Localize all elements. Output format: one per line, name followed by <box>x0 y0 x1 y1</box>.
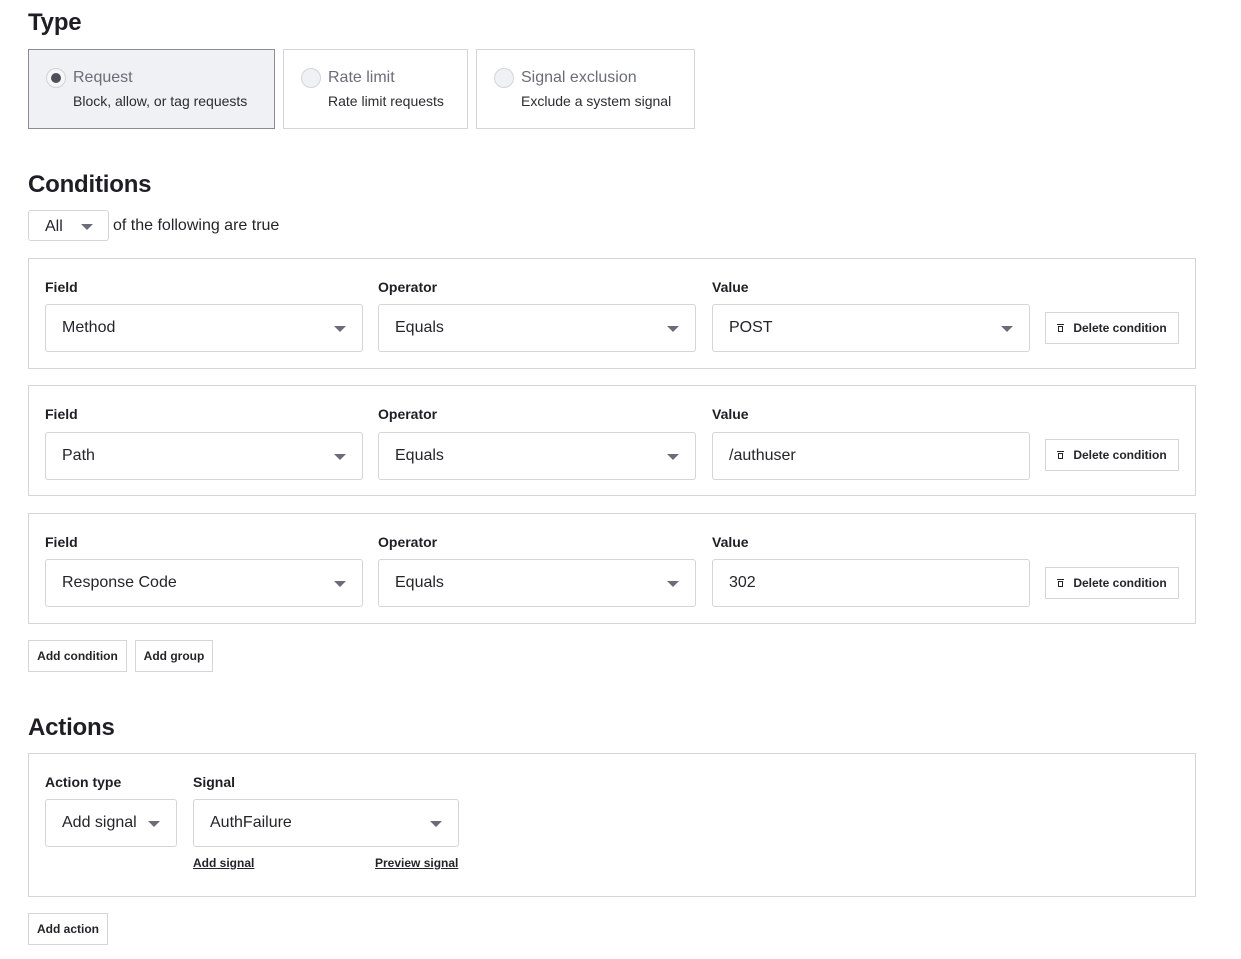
chevron-down-icon <box>667 326 679 332</box>
field-select[interactable]: Method <box>45 304 363 352</box>
field-label: Field <box>45 534 78 550</box>
type-option-title: Request <box>73 69 133 86</box>
field-select[interactable]: Path <box>45 432 363 480</box>
delete-condition-label: Delete condition <box>1073 321 1167 335</box>
action-type-label: Action type <box>45 774 122 790</box>
type-option-title: Signal exclusion <box>521 69 637 86</box>
condition-row: Field Method Operator Equals Value POST … <box>28 258 1196 369</box>
operator-label: Operator <box>378 534 438 550</box>
chevron-down-icon <box>81 224 93 230</box>
action-type-value: Add signal <box>62 814 137 831</box>
value-label: Value <box>712 406 749 422</box>
type-option-description: Rate limit requests <box>328 93 444 109</box>
delete-condition-button[interactable]: Delete condition <box>1045 567 1179 599</box>
action-type-select[interactable]: Add signal <box>45 799 177 847</box>
trash-icon <box>1057 450 1065 460</box>
operator-select[interactable]: Equals <box>378 432 696 480</box>
operator-value: Equals <box>395 574 444 591</box>
type-option-rate-limit[interactable]: Rate limit Rate limit requests <box>283 49 468 129</box>
field-value: Response Code <box>62 574 177 591</box>
actions-heading: Actions <box>28 714 115 741</box>
operator-label: Operator <box>378 406 438 422</box>
trash-icon <box>1057 578 1065 588</box>
match-mode-suffix: of the following are true <box>113 217 280 234</box>
operator-label: Operator <box>378 279 438 295</box>
delete-condition-label: Delete condition <box>1073 448 1167 462</box>
chevron-down-icon <box>334 454 346 460</box>
trash-icon <box>1057 323 1065 333</box>
field-value: Method <box>62 319 116 336</box>
operator-value: Equals <box>395 319 444 336</box>
operator-value: Equals <box>395 447 444 464</box>
action-row: Action type Add signal Signal AuthFailur… <box>28 753 1196 897</box>
delete-condition-label: Delete condition <box>1073 576 1167 590</box>
add-action-button[interactable]: Add action <box>28 913 108 945</box>
type-option-title: Rate limit <box>328 69 395 86</box>
value-text: 302 <box>729 574 756 591</box>
radio-unselected-icon[interactable] <box>301 68 321 88</box>
value-text: /authuser <box>729 447 796 464</box>
type-option-request[interactable]: Request Block, allow, or tag requests <box>28 49 275 129</box>
type-option-description: Exclude a system signal <box>521 93 672 109</box>
delete-condition-button[interactable]: Delete condition <box>1045 439 1179 471</box>
condition-row: Field Response Code Operator Equals Valu… <box>28 513 1196 624</box>
delete-condition-button[interactable]: Delete condition <box>1045 312 1179 344</box>
type-option-description: Block, allow, or tag requests <box>73 93 248 109</box>
match-mode-value: All <box>45 218 63 235</box>
conditions-heading: Conditions <box>28 171 152 198</box>
field-label: Field <box>45 279 78 295</box>
chevron-down-icon <box>334 326 346 332</box>
value-input[interactable]: /authuser <box>712 432 1030 480</box>
field-value: Path <box>62 447 95 464</box>
radio-unselected-icon[interactable] <box>494 68 514 88</box>
operator-select[interactable]: Equals <box>378 559 696 607</box>
field-label: Field <box>45 406 78 422</box>
signal-value: AuthFailure <box>210 814 292 831</box>
field-select[interactable]: Response Code <box>45 559 363 607</box>
add-group-button[interactable]: Add group <box>135 640 213 672</box>
chevron-down-icon <box>430 821 442 827</box>
operator-select[interactable]: Equals <box>378 304 696 352</box>
type-heading: Type <box>28 9 82 36</box>
type-option-signal-exclusion[interactable]: Signal exclusion Exclude a system signal <box>476 49 695 129</box>
radio-selected-icon[interactable] <box>46 68 66 88</box>
chevron-down-icon <box>148 821 160 827</box>
value-select[interactable]: POST <box>712 304 1030 352</box>
preview-signal-link[interactable]: Preview signal <box>375 856 458 870</box>
signal-label: Signal <box>193 774 236 790</box>
match-mode-select[interactable]: All <box>28 210 109 241</box>
signal-select[interactable]: AuthFailure <box>193 799 459 847</box>
add-condition-button[interactable]: Add condition <box>28 640 127 672</box>
value-input[interactable]: 302 <box>712 559 1030 607</box>
chevron-down-icon <box>334 581 346 587</box>
value-label: Value <box>712 279 749 295</box>
chevron-down-icon <box>667 581 679 587</box>
add-signal-link[interactable]: Add signal <box>193 856 254 870</box>
chevron-down-icon <box>1001 326 1013 332</box>
chevron-down-icon <box>667 454 679 460</box>
condition-row: Field Path Operator Equals Value /authus… <box>28 385 1196 496</box>
value-label: Value <box>712 534 749 550</box>
value-value: POST <box>729 319 773 336</box>
